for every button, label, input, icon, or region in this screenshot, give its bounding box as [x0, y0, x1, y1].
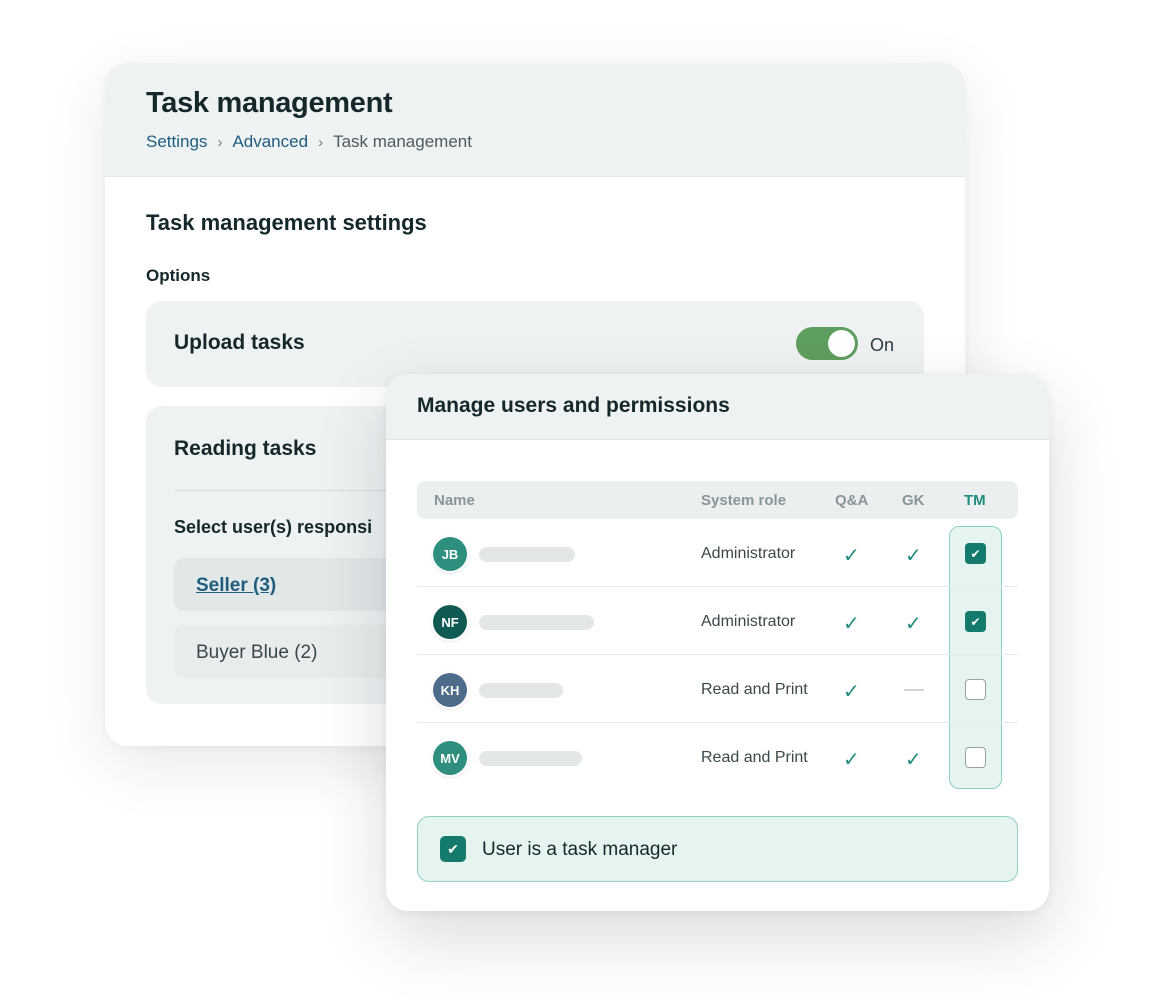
table-row: NF Administrator ✓ ✓ ✔: [417, 587, 1018, 655]
table-row: MV Read and Print ✓ ✓: [417, 723, 1018, 791]
system-role: Read and Print: [701, 681, 808, 698]
chevron-right-icon: ›: [318, 133, 324, 151]
options-label: Options: [146, 266, 211, 285]
table-row: JB Administrator ✓ ✓ ✔: [417, 519, 1018, 587]
task-manager-checkbox[interactable]: ✔: [440, 836, 466, 862]
avatar: JB: [433, 537, 467, 571]
column-header-tm: TM: [964, 492, 986, 509]
avatar: KH: [433, 673, 467, 707]
name-placeholder: [479, 751, 582, 766]
tm-checkbox[interactable]: [965, 679, 986, 700]
chevron-right-icon: ›: [217, 133, 223, 151]
name-placeholder: [479, 547, 575, 562]
column-header-role: System role: [701, 492, 787, 509]
task-manager-label: User is a task manager: [482, 839, 678, 860]
column-header-gk: GK: [902, 492, 925, 509]
tm-checkbox[interactable]: [965, 747, 986, 768]
system-role: Read and Print: [701, 749, 808, 766]
reading-tasks-label: Reading tasks: [174, 437, 317, 460]
breadcrumb-advanced-link[interactable]: Advanced: [232, 132, 308, 152]
column-header-name: Name: [434, 492, 475, 509]
name-placeholder: [479, 615, 594, 630]
gk-check-icon: ✓: [905, 749, 922, 771]
table-header: Name System role Q&A GK TM: [417, 481, 1018, 519]
column-header-qa: Q&A: [835, 492, 869, 509]
toggle-state-label: On: [870, 335, 895, 355]
task-manager-banner: ✔ User is a task manager: [417, 816, 1018, 882]
permissions-table: Name System role Q&A GK TM JB Administra…: [417, 481, 1018, 791]
dialog-title: Manage users and permissions: [386, 374, 1049, 440]
table-row: KH Read and Print ✓: [417, 655, 1018, 723]
gk-check-icon: ✓: [905, 613, 922, 635]
breadcrumb-settings-link[interactable]: Settings: [146, 132, 207, 152]
system-role: Administrator: [701, 613, 796, 630]
select-users-label: Select user(s) responsi: [174, 517, 373, 537]
avatar: MV: [433, 741, 467, 775]
breadcrumb: Settings › Advanced › Task management: [146, 132, 924, 152]
system-role: Administrator: [701, 545, 796, 562]
upload-tasks-toggle[interactable]: [796, 327, 858, 360]
qa-check-icon: ✓: [843, 545, 860, 567]
qa-check-icon: ✓: [843, 681, 860, 703]
tm-checkbox[interactable]: ✔: [965, 611, 986, 632]
table-body: JB Administrator ✓ ✓ ✔ NF Administrator …: [417, 519, 1018, 791]
gk-check-icon: ✓: [905, 545, 922, 567]
toggle-knob: [828, 330, 855, 357]
breadcrumb-current: Task management: [333, 132, 472, 151]
upload-tasks-label: Upload tasks: [174, 331, 305, 354]
qa-check-icon: ✓: [843, 613, 860, 635]
name-placeholder: [479, 683, 563, 698]
page-header: Task management Settings › Advanced › Ta…: [105, 63, 965, 177]
gk-none-icon: [904, 689, 924, 691]
permissions-dialog: Manage users and permissions Name System…: [386, 374, 1049, 911]
page-title: Task management: [146, 87, 393, 119]
section-title: Task management settings: [146, 210, 427, 235]
avatar: NF: [433, 605, 467, 639]
qa-check-icon: ✓: [843, 749, 860, 771]
tm-checkbox[interactable]: ✔: [965, 543, 986, 564]
